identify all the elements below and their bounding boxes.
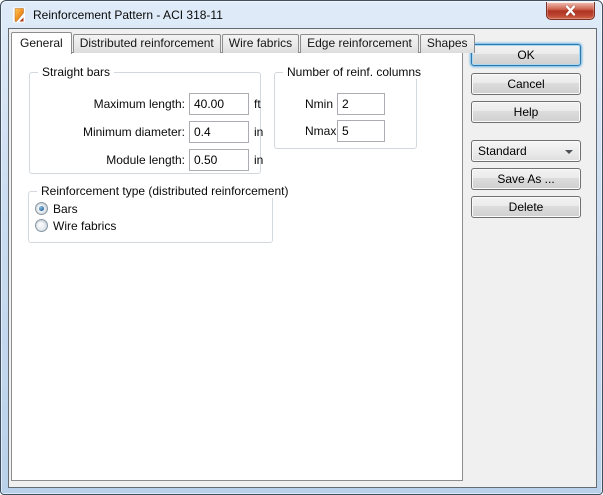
maximum-length-unit: ft <box>254 97 261 111</box>
tab-wire-fabrics[interactable]: Wire fabrics <box>221 34 300 53</box>
nmin-input[interactable] <box>337 93 385 115</box>
tab-general[interactable]: General <box>11 32 72 54</box>
module-length-unit: in <box>254 153 264 167</box>
nmax-input[interactable] <box>337 120 385 142</box>
straight-bars-group: Straight bars Maximum length: ft Minimum… <box>29 65 263 174</box>
minimum-diameter-unit: in <box>254 125 264 139</box>
tab-distributed-reinforcement[interactable]: Distributed reinforcement <box>72 34 221 53</box>
reinforcement-type-legend: Reinforcement type (distributed reinforc… <box>37 184 293 198</box>
module-length-row: Module length: in <box>38 149 263 171</box>
radio-bars-label: Bars <box>53 201 78 216</box>
help-button[interactable]: Help <box>471 101 581 123</box>
preset-dropdown[interactable]: Standard <box>471 140 581 162</box>
maximum-length-row: Maximum length: ft <box>38 93 261 115</box>
nmax-row: Nmax <box>283 120 385 142</box>
close-button[interactable] <box>546 2 595 20</box>
titlebar[interactable]: Reinforcement Pattern - ACI 318-11 <box>1 1 602 28</box>
window-title: Reinforcement Pattern - ACI 318-11 <box>33 8 223 22</box>
tab-shapes[interactable]: Shapes <box>419 34 475 53</box>
nmax-label: Nmax <box>305 124 337 138</box>
module-length-label: Module length: <box>106 153 185 167</box>
nmin-label: Nmin <box>305 97 334 111</box>
maximum-length-input[interactable] <box>189 93 249 115</box>
maximum-length-label: Maximum length: <box>93 97 185 111</box>
tab-edge-reinforcement[interactable]: Edge reinforcement <box>300 34 419 53</box>
cancel-button[interactable]: Cancel <box>471 73 581 95</box>
minimum-diameter-input[interactable] <box>189 121 249 143</box>
action-button-column: OK Cancel Help Standard Save As ... Dele… <box>471 44 581 218</box>
minimum-diameter-label: Minimum diameter: <box>82 125 185 139</box>
minimum-diameter-row: Minimum diameter: in <box>38 121 263 143</box>
dialog-client-area: General Distributed reinforcement Wire f… <box>8 28 597 488</box>
radio-bars[interactable]: Bars <box>35 201 78 216</box>
save-as-button[interactable]: Save As ... <box>471 168 581 190</box>
radio-button-icon <box>35 219 48 232</box>
tab-bar: General Distributed reinforcement Wire f… <box>11 31 476 54</box>
preset-dropdown-value: Standard <box>478 144 527 158</box>
straight-bars-legend: Straight bars <box>38 65 115 79</box>
nmin-row: Nmin <box>283 93 385 115</box>
chevron-down-icon <box>565 150 573 154</box>
radio-wire-fabrics[interactable]: Wire fabrics <box>35 218 116 233</box>
dialog-window: Reinforcement Pattern - ACI 318-11 Gener… <box>0 0 603 495</box>
reinforcement-type-group: Reinforcement type (distributed reinforc… <box>28 184 293 243</box>
app-icon <box>11 7 27 23</box>
delete-button[interactable]: Delete <box>471 196 581 218</box>
close-icon <box>565 5 576 16</box>
module-length-input[interactable] <box>189 149 249 171</box>
ok-button[interactable]: OK <box>471 44 581 66</box>
radio-wire-fabrics-label: Wire fabrics <box>53 218 117 233</box>
reinf-columns-legend: Number of reinf. columns <box>283 65 426 79</box>
radio-button-icon <box>35 202 48 215</box>
reinf-columns-group: Number of reinf. columns Nmin Nmax <box>274 65 426 149</box>
tab-page-general: Straight bars Maximum length: ft Minimum… <box>11 52 463 481</box>
